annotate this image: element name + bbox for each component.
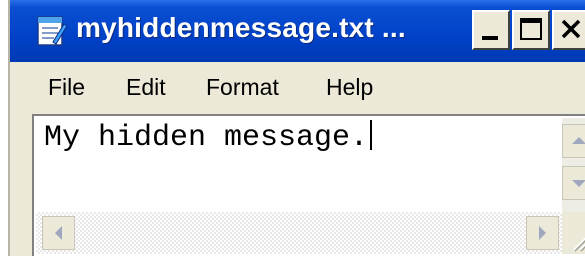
text-caret: [370, 120, 373, 150]
menu-help[interactable]: Help: [326, 74, 373, 101]
minimize-icon: [482, 36, 498, 40]
notepad-window: myhiddenmessage.txt ... File Edit Format…: [8, 0, 585, 256]
vertical-scrollbar[interactable]: [562, 118, 585, 212]
close-icon: [561, 19, 581, 39]
window-title: myhiddenmessage.txt ...: [76, 12, 406, 43]
horizontal-scrollbar[interactable]: [36, 212, 562, 254]
maximize-icon: [520, 18, 542, 40]
maximize-button[interactable]: [512, 10, 550, 50]
close-button[interactable]: [552, 10, 585, 50]
minimize-button[interactable]: [472, 10, 510, 50]
menu-format[interactable]: Format: [206, 74, 279, 101]
menu-file[interactable]: File: [48, 74, 85, 101]
text-editor[interactable]: My hidden message.: [32, 114, 585, 256]
resize-grip-icon: [573, 237, 585, 252]
editor-text-value: My hidden message.: [44, 121, 369, 155]
menu-edit[interactable]: Edit: [126, 74, 166, 101]
editor-content[interactable]: My hidden message.: [44, 120, 373, 155]
arrow-right-icon: [539, 226, 546, 240]
scroll-left-button[interactable]: [42, 216, 75, 250]
arrow-up-icon: [572, 137, 585, 144]
scroll-down-button[interactable]: [562, 166, 585, 200]
arrow-left-icon: [55, 226, 62, 240]
resize-grip[interactable]: [562, 212, 585, 254]
arrow-down-icon: [572, 180, 585, 187]
scroll-up-button[interactable]: [562, 124, 585, 158]
scroll-right-button[interactable]: [526, 216, 559, 250]
notepad-icon: [37, 16, 68, 46]
title-bar[interactable]: myhiddenmessage.txt ...: [10, 0, 585, 62]
menu-bar: File Edit Format Help: [10, 62, 585, 114]
